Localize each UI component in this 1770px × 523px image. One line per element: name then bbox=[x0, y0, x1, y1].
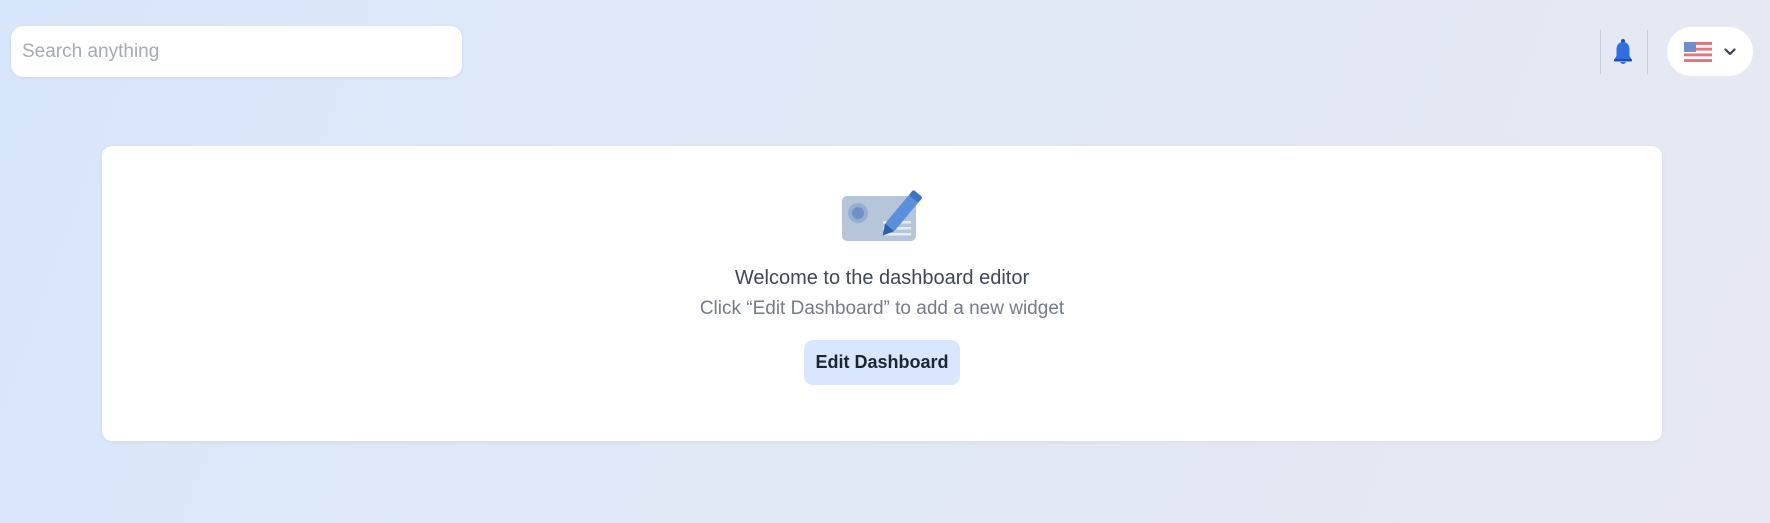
edit-dashboard-button[interactable]: Edit Dashboard bbox=[804, 340, 960, 385]
chevron-down-icon bbox=[1724, 47, 1736, 55]
dashboard-edit-illustration bbox=[842, 190, 922, 241]
empty-state-title: Welcome to the dashboard editor bbox=[734, 267, 1030, 289]
language-selector[interactable] bbox=[1667, 27, 1753, 76]
empty-state-subtitle: Click “Edit Dashboard” to add a new widg… bbox=[699, 298, 1065, 319]
us-flag-icon bbox=[1684, 41, 1712, 62]
empty-dashboard-card: Welcome to the dashboard editor Click “E… bbox=[102, 146, 1662, 441]
search-input[interactable] bbox=[22, 40, 462, 63]
divider bbox=[1647, 30, 1648, 74]
notifications-button[interactable] bbox=[1601, 31, 1645, 73]
search-bar[interactable] bbox=[11, 26, 462, 77]
top-bar bbox=[0, 0, 1770, 104]
bell-icon bbox=[1614, 39, 1632, 64]
